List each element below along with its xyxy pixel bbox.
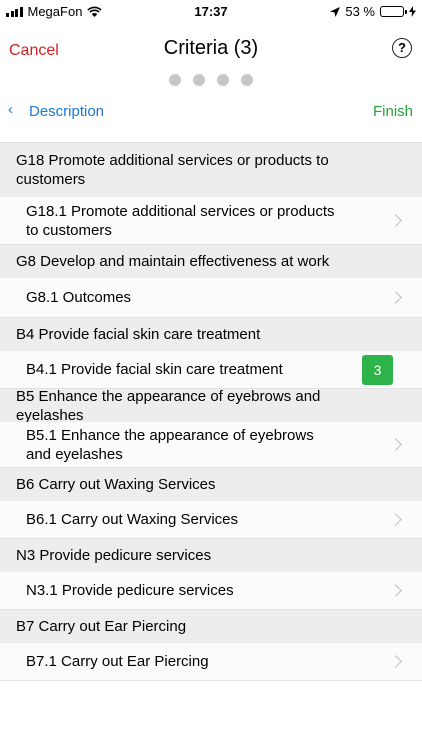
section-title: G18 Promote additional services or produ… xyxy=(16,152,329,188)
location-arrow-icon xyxy=(330,6,341,17)
criterion-label: G18.1 Promote additional services or pro… xyxy=(26,202,335,239)
criterion-row[interactable]: B6.1 Carry out Waxing Services xyxy=(0,501,422,539)
criterion-row[interactable]: B4.1 Provide facial skin care treatment 3 xyxy=(0,351,422,389)
criterion-row[interactable]: G8.1 Outcomes xyxy=(0,278,422,318)
status-bar: MegaFon 17:37 53 % xyxy=(0,0,422,22)
step-dot xyxy=(241,74,253,86)
criterion-label: B5.1 Enhance the appearance of eyebrows … xyxy=(26,426,314,463)
criteria-list: G18 Promote additional services or produ… xyxy=(0,142,422,681)
page-title: Criteria (3) xyxy=(163,37,259,59)
step-dot xyxy=(217,74,229,86)
section-title: N3 Provide pedicure services xyxy=(16,547,212,564)
criterion-row[interactable]: G18.1 Promote additional services or pro… xyxy=(0,197,422,245)
section-header: B7 Carry out Ear Piercing xyxy=(0,610,422,643)
back-chevron-icon[interactable]: ‹ xyxy=(8,101,13,118)
status-right: 53 % xyxy=(330,4,416,19)
section-header: B5 Enhance the appearance of eyebrows an… xyxy=(0,387,422,424)
criterion-label: G8.1 Outcomes xyxy=(26,289,132,306)
navigation-bar: Cancel Criteria (3) ? xyxy=(0,28,422,72)
charging-bolt-icon xyxy=(409,6,416,17)
section-header: B6 Carry out Waxing Services xyxy=(0,468,422,501)
criterion-label: N3.1 Provide pedicure services xyxy=(26,582,234,599)
chevron-right-icon xyxy=(389,583,402,597)
section-header: G18 Promote additional services or produ… xyxy=(0,143,422,197)
back-description-button[interactable]: Description xyxy=(29,103,104,120)
step-dot xyxy=(169,74,181,86)
battery-percent: 53 % xyxy=(345,4,375,19)
section-title: B7 Carry out Ear Piercing xyxy=(16,618,187,635)
criterion-row[interactable]: N3.1 Provide pedicure services xyxy=(0,572,422,610)
criterion-label: B7.1 Carry out Ear Piercing xyxy=(26,653,209,670)
criterion-row[interactable]: B5.1 Enhance the appearance of eyebrows … xyxy=(0,422,422,468)
finish-button[interactable]: Finish xyxy=(373,103,413,120)
section-header: G8 Develop and maintain effectiveness at… xyxy=(0,245,422,278)
battery-icon xyxy=(380,6,407,17)
section-title: B5 Enhance the appearance of eyebrows an… xyxy=(16,387,321,424)
criterion-label: B4.1 Provide facial skin care treatment xyxy=(26,361,283,378)
step-indicator xyxy=(0,74,422,86)
section-header: B4 Provide facial skin care treatment xyxy=(0,318,422,351)
chevron-right-icon xyxy=(389,290,402,304)
section-title: B4 Provide facial skin care treatment xyxy=(16,326,261,343)
step-dot xyxy=(193,74,205,86)
section-title: B6 Carry out Waxing Services xyxy=(16,476,216,493)
help-icon[interactable]: ? xyxy=(392,38,412,58)
chevron-right-icon xyxy=(389,437,402,451)
chevron-right-icon xyxy=(389,512,402,526)
section-title: G8 Develop and maintain effectiveness at… xyxy=(16,253,330,270)
count-badge: 3 xyxy=(362,354,393,385)
chevron-right-icon xyxy=(389,654,402,668)
section-header: N3 Provide pedicure services xyxy=(0,539,422,572)
criterion-label: B6.1 Carry out Waxing Services xyxy=(26,511,239,528)
criterion-row[interactable]: B7.1 Carry out Ear Piercing xyxy=(0,643,422,681)
chevron-right-icon xyxy=(389,213,402,227)
step-navigation: ‹ Description Finish xyxy=(0,97,422,129)
